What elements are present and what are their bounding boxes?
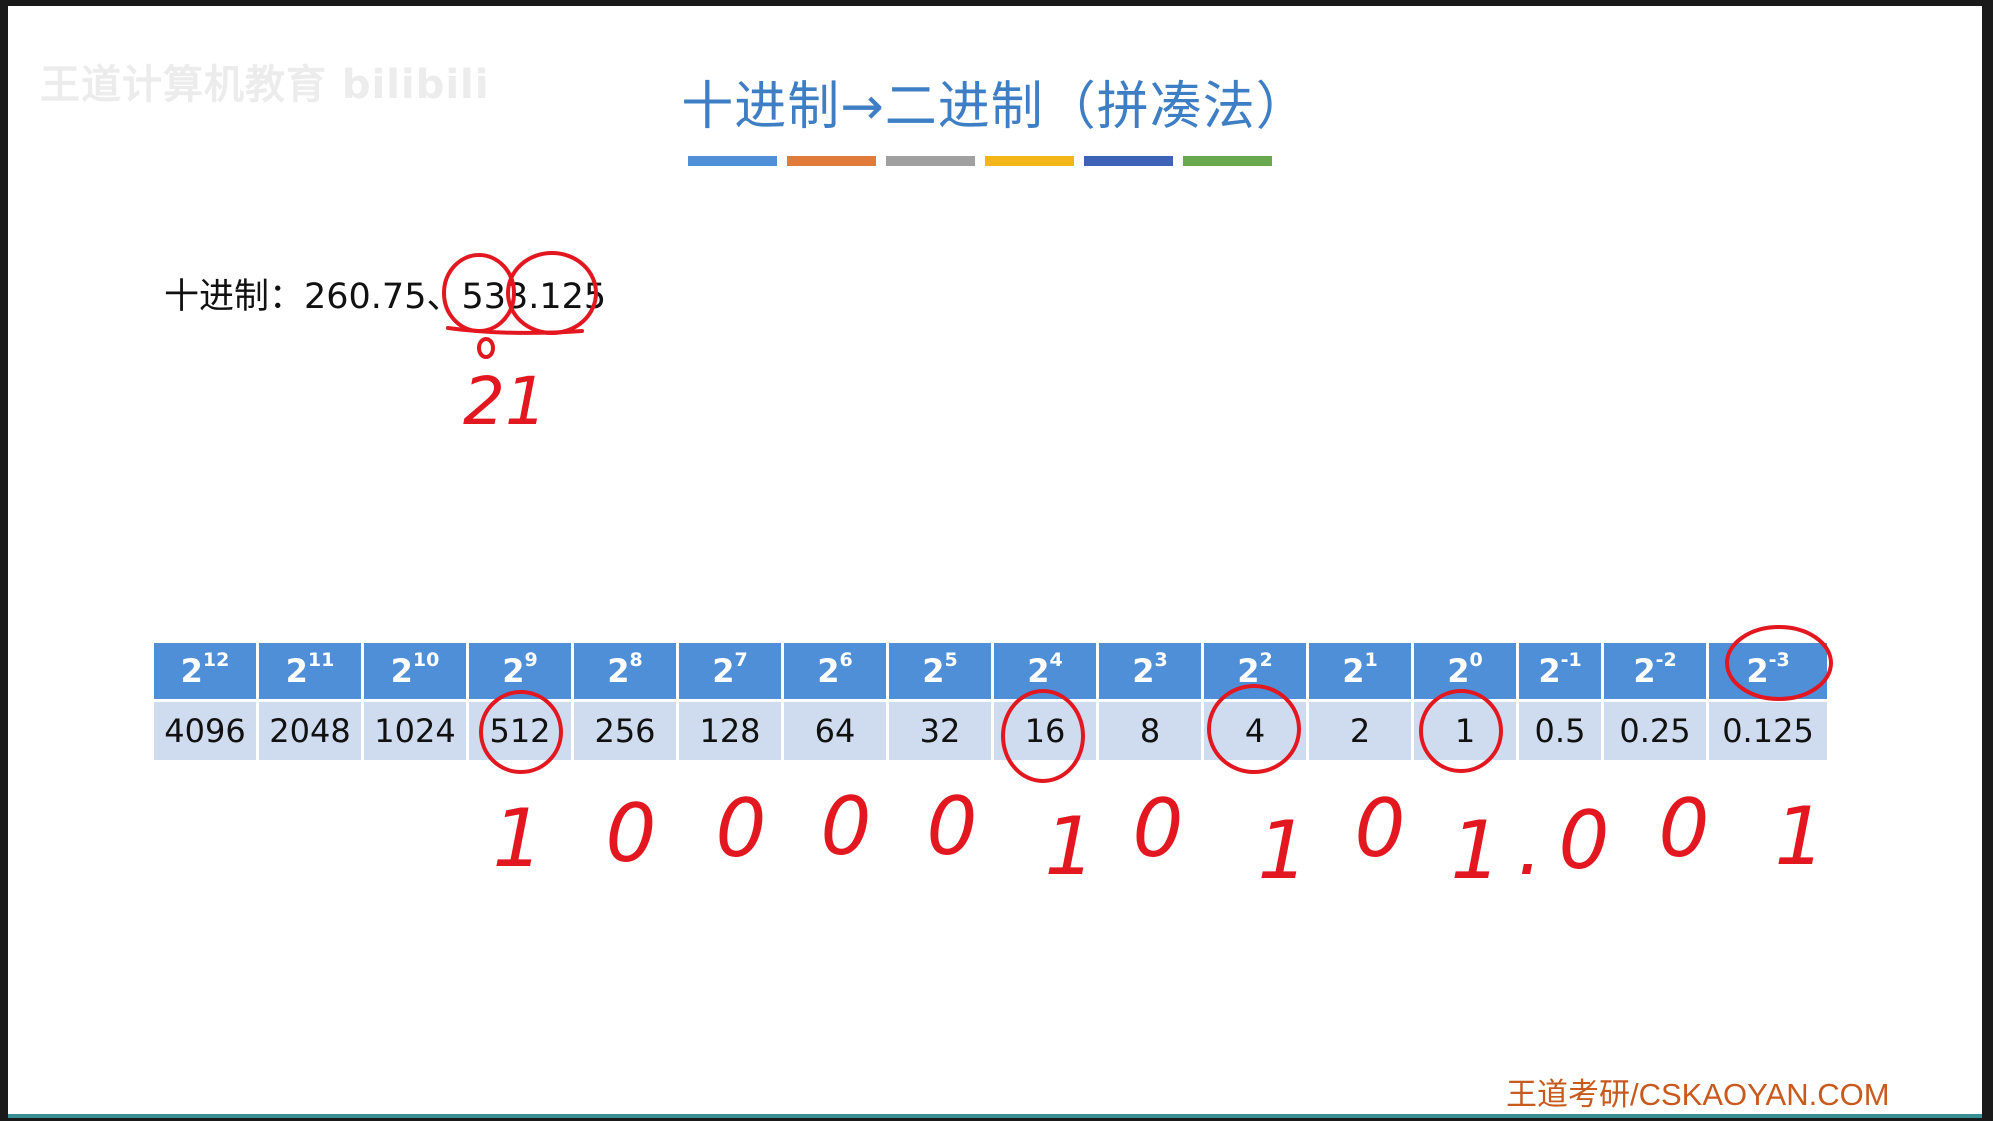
- power-base: 2: [817, 652, 840, 690]
- binary-digit: 0: [716, 782, 767, 875]
- power-header-cell: 2-2: [1604, 643, 1706, 699]
- power-header-cell: 27: [679, 643, 781, 699]
- underline-mark: [446, 326, 584, 335]
- power-exponent: 8: [629, 649, 643, 672]
- power-base: 2: [1447, 652, 1470, 690]
- power-base: 2: [1237, 652, 1260, 690]
- power-base: 2: [1342, 652, 1365, 690]
- power-header-cell: 24: [994, 643, 1096, 699]
- binary-digit: 1: [493, 792, 544, 885]
- binary-digit: 0: [821, 780, 872, 873]
- power-value-cell: 2: [1309, 699, 1411, 760]
- power-value-cell: 2048: [259, 699, 361, 760]
- table-value-row: 4096 2048 1024 512 256 128 64 32 16 8 4 2 1 0.5 0.25 0.…: [154, 699, 1827, 760]
- footer-brand: 王道考研/CSKAOYAN.COM: [1506, 1077, 1890, 1112]
- binary-digit: 0: [1559, 794, 1610, 887]
- title-color-bar: [688, 156, 1272, 166]
- binary-digit: 1: [1451, 804, 1502, 897]
- power-base: 2: [1538, 652, 1561, 690]
- power-base: 2: [390, 652, 413, 690]
- power-exponent: -1: [1560, 649, 1582, 672]
- power-exponent: 5: [944, 649, 958, 672]
- binary-digit: 1: [1775, 790, 1826, 883]
- decimal-examples: 十进制：260.75、533.125: [164, 277, 607, 317]
- power-value-cell: 4: [1204, 699, 1306, 760]
- power-base: 2: [1746, 652, 1769, 690]
- power-header-cell: 211: [259, 643, 361, 699]
- power-header-cell: 2-1: [1519, 643, 1601, 699]
- power-header-cell: 2-3: [1709, 643, 1827, 699]
- handwritten-remainder: 21: [463, 363, 547, 440]
- power-value-cell: 128: [679, 699, 781, 760]
- power-base: 2: [1633, 652, 1656, 690]
- binary-digit: 0: [1133, 782, 1184, 875]
- table-header-row: 212 211 210 29 28 27 26 25 24 23 22 21 20 2-1 2-2 2-3: [154, 643, 1827, 699]
- power-header-cell: 210: [364, 643, 466, 699]
- power-value-cell: 8: [1099, 699, 1201, 760]
- handwritten-annotations: 21 1000010101.001: [442, 251, 1833, 897]
- power-exponent: 0: [1469, 649, 1483, 672]
- color-bar-segment: [886, 156, 975, 166]
- slide-title: 十进制→二进制（拼凑法）: [681, 77, 1309, 137]
- power-base: 2: [1132, 652, 1155, 690]
- power-exponent: 4: [1049, 649, 1063, 672]
- handwritten-binary-digits: 1000010101.001: [493, 780, 1826, 897]
- power-value-cell: 512: [469, 699, 571, 760]
- power-exponent: 1: [1364, 649, 1378, 672]
- power-value-cell: 1024: [364, 699, 466, 760]
- power-base: 2: [1027, 652, 1050, 690]
- power-value-cell: 0.125: [1709, 699, 1827, 760]
- power-header-cell: 20: [1414, 643, 1516, 699]
- power-exponent: 10: [412, 649, 440, 672]
- power-exponent: 12: [202, 649, 230, 672]
- power-base: 2: [607, 652, 630, 690]
- power-exponent: 9: [524, 649, 538, 672]
- color-bar-segment: [985, 156, 1074, 166]
- power-base: 2: [502, 652, 525, 690]
- power-value-cell: 16: [994, 699, 1096, 760]
- color-bar-segment: [787, 156, 876, 166]
- power-header-cell: 29: [469, 643, 571, 699]
- binary-digit: 0: [1659, 782, 1710, 875]
- power-header-cell: 21: [1309, 643, 1411, 699]
- power-base: 2: [922, 652, 945, 690]
- power-exponent: 2: [1259, 649, 1273, 672]
- power-value-cell: 32: [889, 699, 991, 760]
- power-header-cell: 212: [154, 643, 256, 699]
- binary-digit: 1: [1258, 804, 1309, 897]
- power-base: 2: [712, 652, 735, 690]
- power-value-cell: 256: [574, 699, 676, 760]
- power-base: 2: [285, 652, 308, 690]
- power-base: 2: [180, 652, 203, 690]
- small-zero-mark: [477, 337, 495, 359]
- power-value-cell: 4096: [154, 699, 256, 760]
- binary-digit: .: [1517, 800, 1542, 893]
- power-header-cell: 23: [1099, 643, 1201, 699]
- power-header-cell: 28: [574, 643, 676, 699]
- color-bar-segment: [1183, 156, 1272, 166]
- power-exponent: -2: [1655, 649, 1677, 672]
- power-header-cell: 22: [1204, 643, 1306, 699]
- power-value-cell: 1: [1414, 699, 1516, 760]
- power-value-cell: 0.5: [1519, 699, 1601, 760]
- binary-digit: 0: [606, 787, 657, 880]
- power-value-cell: 64: [784, 699, 886, 760]
- binary-digit: 0: [1355, 782, 1406, 875]
- color-bar-segment: [1084, 156, 1173, 166]
- binary-digit: 0: [927, 780, 978, 873]
- power-exponent: 7: [734, 649, 748, 672]
- power-exponent: 11: [307, 649, 335, 672]
- power-exponent: 3: [1154, 649, 1168, 672]
- power-value-cell: 0.25: [1604, 699, 1706, 760]
- slide-canvas: 王道计算机教育 bilibili 十进制→二进制（拼凑法） 十进制：260.75…: [8, 6, 1982, 1118]
- color-bar-segment: [688, 156, 777, 166]
- binary-digit: 1: [1045, 800, 1096, 893]
- powers-of-two-table: 212 211 210 29 28 27 26 25 24 23 22 21 20 2-1 2-2 2-3 4…: [151, 643, 1830, 760]
- power-header-cell: 26: [784, 643, 886, 699]
- power-exponent: -3: [1768, 649, 1790, 672]
- power-exponent: 6: [839, 649, 853, 672]
- power-header-cell: 25: [889, 643, 991, 699]
